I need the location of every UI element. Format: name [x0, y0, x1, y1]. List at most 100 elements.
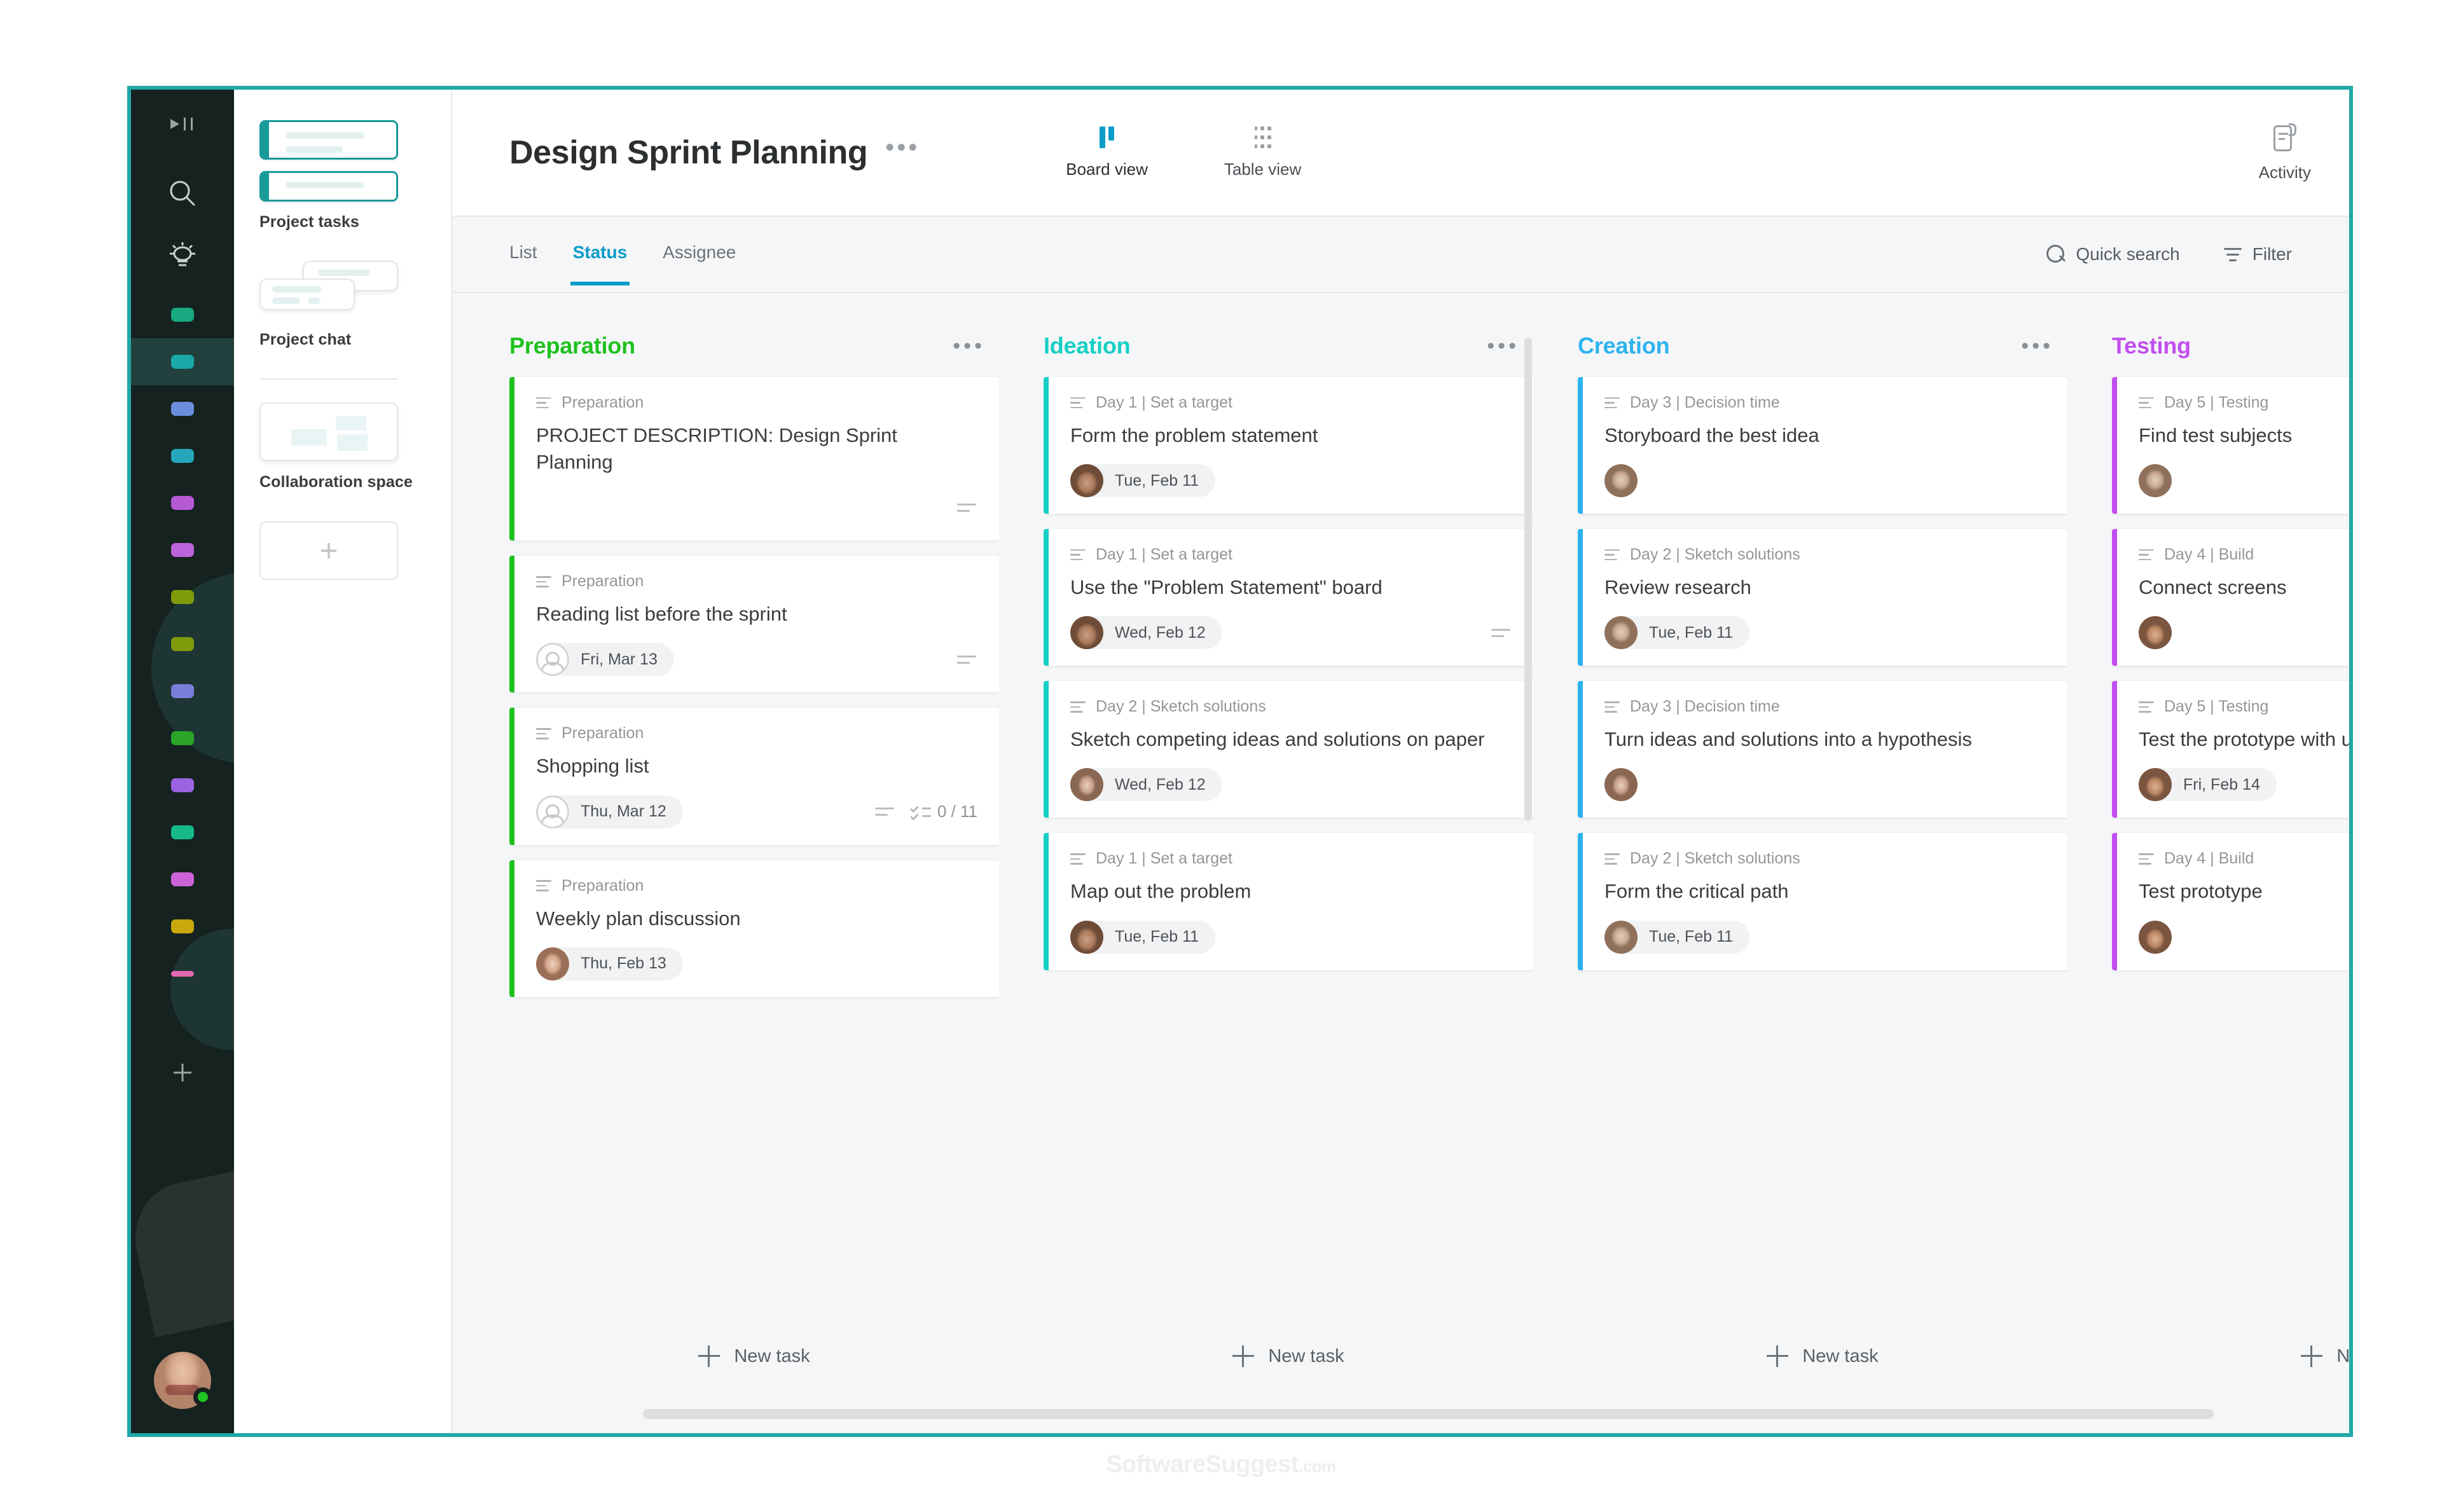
due-date-chip[interactable]: Fri, Mar 13	[536, 643, 674, 676]
avatar[interactable]	[536, 795, 569, 828]
sidebar-project-swatch[interactable]	[131, 951, 234, 996]
avatar[interactable]	[1070, 616, 1103, 649]
due-date-chip[interactable]: Thu, Mar 12	[536, 795, 683, 828]
avatar[interactable]	[1070, 464, 1103, 497]
sidebar-project-swatch[interactable]	[131, 762, 234, 808]
avatar[interactable]	[2139, 464, 2172, 497]
tab-activity[interactable]: Activity	[2259, 123, 2311, 182]
board-column: TestingDay 5 | TestingFind test subjects…	[2112, 293, 2349, 1309]
sidebar-project-swatch[interactable]	[131, 809, 234, 855]
avatar[interactable]	[1604, 921, 1638, 954]
sidebar-project-swatch[interactable]	[131, 574, 234, 620]
board-options-icon[interactable]: •••	[885, 140, 920, 165]
avatar[interactable]	[1604, 616, 1638, 649]
column-options-icon[interactable]: •••	[2021, 341, 2053, 352]
due-date-chip[interactable]: Tue, Feb 11	[1070, 921, 1215, 954]
due-date-chip[interactable]: Wed, Feb 12	[1070, 616, 1222, 649]
horizontal-scrollbar-thumb[interactable]	[643, 1409, 2214, 1419]
project-chat-thumbnail[interactable]	[259, 261, 398, 319]
card-footer	[536, 491, 977, 524]
task-card[interactable]: PreparationShopping listThu, Mar 120 / 1…	[509, 708, 999, 844]
task-card[interactable]: Day 1 | Set a targetForm the problem sta…	[1044, 377, 1533, 514]
sidebar-project-swatch[interactable]	[131, 480, 234, 526]
assignee-chip[interactable]	[2139, 921, 2172, 954]
due-date-chip[interactable]: Tue, Feb 11	[1604, 921, 1749, 954]
sidebar-project-swatch[interactable]	[131, 386, 234, 432]
sidebar-project-swatch[interactable]	[131, 904, 234, 949]
tab-group-list[interactable]: List	[509, 244, 537, 265]
due-date-chip[interactable]: Thu, Feb 13	[536, 947, 683, 980]
task-card[interactable]: PreparationPROJECT DESCRIPTION: Design S…	[509, 377, 999, 540]
due-date-chip[interactable]: Fri, Feb 14	[2139, 768, 2277, 801]
card-meta-label: Day 1 | Set a target	[1096, 849, 1232, 868]
sidebar-project-swatch[interactable]	[131, 527, 234, 573]
task-card[interactable]: PreparationReading list before the sprin…	[509, 556, 999, 692]
horizontal-scrollbar-track[interactable]	[452, 1404, 2349, 1433]
due-date-chip[interactable]: Tue, Feb 11	[1070, 464, 1215, 497]
board-scroll-area[interactable]: Preparation•••PreparationPROJECT DESCRIP…	[452, 293, 2349, 1309]
search-icon[interactable]	[131, 171, 234, 217]
collapse-panel-icon[interactable]	[131, 101, 234, 147]
card-footer	[1604, 464, 2046, 497]
new-task-button[interactable]: New task	[1578, 1345, 2067, 1367]
task-card[interactable]: Day 1 | Set a targetUse the "Problem Sta…	[1044, 529, 1533, 666]
task-card[interactable]: Day 3 | Decision timeStoryboard the best…	[1578, 377, 2067, 514]
sidebar-project-swatch[interactable]	[131, 621, 234, 667]
page-title: Design Sprint Planning	[509, 134, 867, 172]
card-footer: Thu, Mar 120 / 11	[536, 795, 977, 828]
description-lines-icon	[875, 805, 895, 819]
assignee-chip[interactable]	[2139, 616, 2172, 649]
new-task-button[interactable]: New task	[509, 1345, 999, 1367]
column-options-icon[interactable]: •••	[953, 341, 985, 352]
task-card[interactable]: Day 4 | BuildConnect screens	[2112, 529, 2349, 666]
project-color-chip	[171, 825, 194, 839]
task-card[interactable]: Day 1 | Set a targetMap out the problemT…	[1044, 833, 1533, 970]
avatar[interactable]	[2139, 921, 2172, 954]
sidebar-project-swatch[interactable]	[131, 433, 234, 479]
new-task-button[interactable]: New task	[2112, 1345, 2353, 1367]
task-card[interactable]: Day 5 | TestingTest the prototype with u…	[2112, 681, 2349, 818]
plus-icon	[1767, 1345, 1788, 1367]
tab-group-assignee[interactable]: Assignee	[663, 244, 736, 265]
sidebar-project-swatch[interactable]	[131, 715, 234, 761]
assignee-chip[interactable]	[1604, 464, 1638, 497]
due-date-chip[interactable]: Wed, Feb 12	[1070, 768, 1222, 801]
task-card[interactable]: Day 2 | Sketch solutionsForm the critica…	[1578, 833, 2067, 970]
filter-button[interactable]: Filter	[2223, 244, 2292, 265]
avatar[interactable]	[1070, 921, 1103, 954]
add-space-button[interactable]: +	[259, 521, 398, 580]
due-date-chip[interactable]: Tue, Feb 11	[1604, 616, 1749, 649]
column-scrollbar[interactable]	[1524, 338, 1532, 821]
task-card[interactable]: PreparationWeekly plan discussionThu, Fe…	[509, 860, 999, 997]
assignee-chip[interactable]	[2139, 464, 2172, 497]
sidebar-project-swatch[interactable]	[131, 292, 234, 338]
task-card[interactable]: Day 5 | TestingFind test subjects	[2112, 377, 2349, 514]
avatar[interactable]	[2139, 768, 2172, 801]
lightbulb-icon[interactable]	[131, 233, 234, 279]
tab-board-view[interactable]: Board view	[1066, 127, 1148, 179]
task-card[interactable]: Day 3 | Decision timeTurn ideas and solu…	[1578, 681, 2067, 818]
quick-search-button[interactable]: Quick search	[2046, 244, 2179, 265]
sidebar-project-swatch[interactable]	[131, 668, 234, 714]
sidebar-project-swatch[interactable]	[131, 339, 234, 385]
column-options-icon[interactable]: •••	[1487, 341, 1519, 352]
avatar[interactable]	[536, 947, 569, 980]
assignee-chip[interactable]	[1604, 768, 1638, 801]
avatar[interactable]	[2139, 616, 2172, 649]
new-task-button[interactable]: New task	[1044, 1345, 1533, 1367]
collaboration-space-thumbnail[interactable]	[259, 402, 398, 461]
tab-group-status[interactable]: Status	[573, 244, 628, 265]
project-tasks-thumbnail[interactable]	[259, 120, 425, 202]
sidebar-project-swatch[interactable]	[131, 856, 234, 902]
board-column: Ideation•••Day 1 | Set a targetForm the …	[1044, 293, 1533, 1309]
task-card[interactable]: Day 4 | BuildTest prototype	[2112, 833, 2349, 970]
task-card[interactable]: Day 2 | Sketch solutionsSketch competing…	[1044, 681, 1533, 818]
avatar[interactable]	[1604, 464, 1638, 497]
add-project-icon[interactable]	[131, 1050, 234, 1096]
avatar[interactable]	[1604, 768, 1638, 801]
avatar[interactable]	[1070, 768, 1103, 801]
due-date-label: Fri, Mar 13	[581, 650, 658, 669]
task-card[interactable]: Day 2 | Sketch solutionsReview researchT…	[1578, 529, 2067, 666]
avatar[interactable]	[536, 643, 569, 676]
tab-table-view[interactable]: Table view	[1224, 127, 1301, 179]
